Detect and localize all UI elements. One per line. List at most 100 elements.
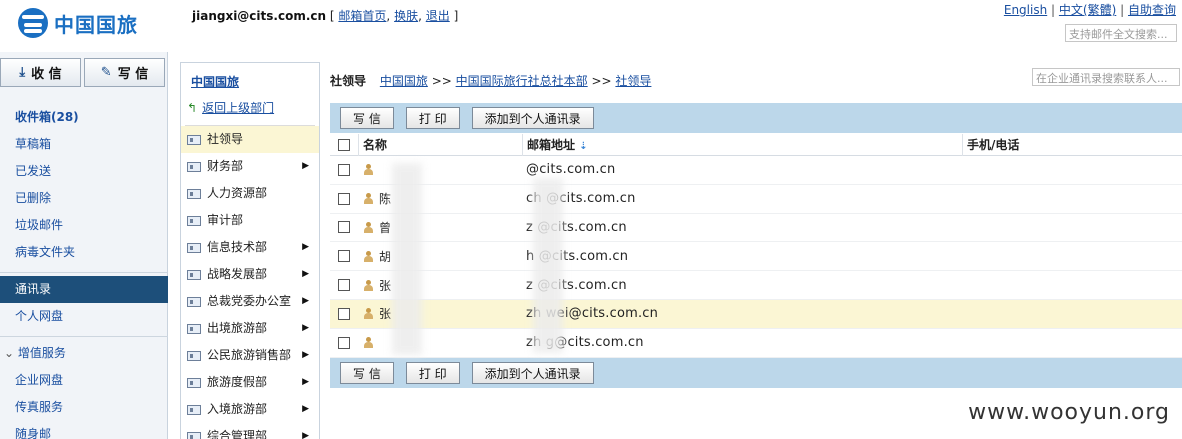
table-row[interactable]: 张 zh wei@cits.com.cn — [330, 299, 1182, 329]
contact-card-icon — [187, 377, 201, 388]
fulltext-search-input[interactable]: 支持邮件全文搜索... — [1065, 24, 1177, 42]
add-to-contacts-button[interactable]: 添加到个人通讯录 — [471, 107, 594, 129]
col-phone-header[interactable]: 手机/电话 — [962, 133, 1182, 156]
email-cell[interactable]: z @cits.com.cn — [522, 220, 962, 235]
logout-link[interactable]: 退出 — [426, 9, 450, 23]
print-button[interactable]: 打 印 — [405, 107, 460, 129]
write-mail-button[interactable]: 写 信 — [340, 107, 394, 129]
contact-name: 张 — [379, 278, 392, 293]
dept-item[interactable]: 财务部 ▶ — [181, 153, 319, 180]
table-row[interactable]: @cits.com.cn — [330, 156, 1182, 185]
select-all-checkbox[interactable] — [338, 138, 350, 151]
mail-home-link[interactable]: 邮箱首页 — [338, 9, 386, 23]
expand-arrow-icon[interactable]: ▶ — [302, 261, 309, 288]
user-info: jiangxi@cits.com.cn [ 邮箱首页, 换肤, 退出 ] — [192, 7, 458, 24]
service-mobile-mail[interactable]: 随身邮 — [0, 421, 168, 439]
dept-item[interactable]: 综合管理部 ▶ — [181, 423, 319, 439]
email-cell[interactable]: h @cits.com.cn — [522, 249, 962, 264]
service-fax[interactable]: 传真服务 — [0, 394, 168, 421]
change-skin-link[interactable]: 换肤 — [394, 9, 418, 23]
traditional-chinese-link[interactable]: 中文(繁體) — [1059, 3, 1116, 17]
table-row[interactable]: 曾 z @cits.com.cn — [330, 214, 1182, 243]
dept-item[interactable]: 公民旅游销售部 ▶ — [181, 342, 319, 369]
dept-item[interactable]: 人力资源部 — [181, 180, 319, 207]
crumb-current-link[interactable]: 社领导 — [615, 74, 651, 88]
dept-item[interactable]: 旅游度假部 ▶ — [181, 369, 319, 396]
compose-row: ⤓ 收 信 ✎ 写 信 — [0, 58, 168, 88]
expand-arrow-icon[interactable]: ▶ — [302, 288, 309, 315]
english-link[interactable]: English — [1004, 3, 1047, 17]
dept-item[interactable]: 审计部 — [181, 207, 319, 234]
name-cell: 胡 — [358, 248, 522, 265]
redaction-blur — [392, 163, 422, 355]
crumb-root-link[interactable]: 中国国旅 — [380, 74, 428, 88]
dept-item[interactable]: 信息技术部 ▶ — [181, 234, 319, 261]
value-added-label: 增值服务 — [17, 346, 66, 360]
person-icon — [364, 164, 373, 176]
table-row[interactable]: 张 z @cits.com.cn — [330, 271, 1182, 300]
receive-button[interactable]: ⤓ 收 信 — [0, 58, 81, 87]
row-checkbox[interactable] — [338, 221, 350, 234]
back-label: 返回上级部门 — [202, 101, 275, 115]
contact-search-input[interactable]: 在企业通讯录搜索联系人... — [1032, 68, 1180, 86]
folder-inbox[interactable]: 收件箱(28) — [0, 104, 168, 131]
table-row[interactable]: 胡 h @cits.com.cn — [330, 242, 1182, 272]
divider — [0, 272, 168, 273]
dept-item[interactable]: 出境旅游部 ▶ — [181, 315, 319, 342]
chevron-down-icon: ⌄ — [4, 346, 15, 360]
row-checkbox-cell — [330, 307, 358, 320]
col-mail-header[interactable]: 邮箱地址 ⇣ — [522, 133, 962, 156]
email-cell[interactable]: @cits.com.cn — [522, 162, 962, 177]
folder-spam[interactable]: 垃圾邮件 — [0, 212, 168, 239]
nav-netdisk[interactable]: 个人网盘 — [0, 303, 168, 330]
row-checkbox[interactable] — [338, 279, 350, 292]
dept-item[interactable]: 社领导 — [181, 126, 319, 153]
crumb-hq-link[interactable]: 中国国际旅行社总社本部 — [456, 74, 588, 88]
email-cell[interactable]: zh g@cits.com.cn — [522, 335, 962, 350]
table-row[interactable]: 陈 ch @cits.com.cn — [330, 185, 1182, 214]
expand-arrow-icon[interactable]: ▶ — [302, 153, 309, 180]
write-mail-button[interactable]: 写 信 — [340, 362, 394, 384]
folder-sent[interactable]: 已发送 — [0, 158, 168, 185]
service-enterprise-disk[interactable]: 企业网盘 — [0, 367, 168, 394]
name-cell: 张 — [358, 305, 522, 322]
print-button[interactable]: 打 印 — [405, 362, 460, 384]
brand-logo[interactable]: 中国国旅 — [18, 8, 138, 38]
row-checkbox-cell — [330, 250, 358, 263]
row-checkbox[interactable] — [338, 250, 350, 263]
self-service-link[interactable]: 自助查询 — [1128, 3, 1176, 17]
expand-arrow-icon[interactable]: ▶ — [302, 423, 309, 439]
add-to-contacts-button[interactable]: 添加到个人通讯录 — [471, 362, 594, 384]
contact-card-icon — [187, 323, 201, 334]
email-cell[interactable]: zh wei@cits.com.cn — [522, 306, 962, 321]
expand-arrow-icon[interactable]: ▶ — [302, 315, 309, 342]
col-mail-label: 邮箱地址 — [527, 137, 576, 152]
folder-virus[interactable]: 病毒文件夹 — [0, 239, 168, 266]
write-button[interactable]: ✎ 写 信 — [84, 58, 165, 87]
expand-arrow-icon[interactable]: ▶ — [302, 396, 309, 423]
nav-contacts[interactable]: 通讯录 — [0, 276, 168, 303]
dept-item[interactable]: 战略发展部 ▶ — [181, 261, 319, 288]
contact-name: 曾 — [379, 220, 392, 235]
contact-name: 陈 — [379, 192, 392, 207]
email-cell[interactable]: z @cits.com.cn — [522, 278, 962, 293]
row-checkbox[interactable] — [338, 192, 350, 205]
dept-label: 社领导 — [207, 132, 244, 146]
expand-arrow-icon[interactable]: ▶ — [302, 234, 309, 261]
row-checkbox[interactable] — [338, 307, 350, 320]
row-checkbox[interactable] — [338, 336, 350, 349]
dept-root-link[interactable]: 中国国旅 — [181, 63, 319, 93]
dept-item[interactable]: 总裁党委办公室 ▶ — [181, 288, 319, 315]
back-to-parent-link[interactable]: ↰ 返回上级部门 — [181, 93, 319, 123]
folder-drafts[interactable]: 草稿箱 — [0, 131, 168, 158]
expand-arrow-icon[interactable]: ▶ — [302, 369, 309, 396]
folder-deleted[interactable]: 已删除 — [0, 185, 168, 212]
value-added-group[interactable]: ⌄ 增值服务 — [0, 340, 168, 367]
row-checkbox[interactable] — [338, 163, 350, 176]
dept-item[interactable]: 入境旅游部 ▶ — [181, 396, 319, 423]
col-name-header[interactable]: 名称 — [358, 133, 522, 156]
expand-arrow-icon[interactable]: ▶ — [302, 342, 309, 369]
write-label: 写 信 — [117, 67, 149, 82]
email-cell[interactable]: ch @cits.com.cn — [522, 191, 962, 206]
table-row[interactable]: zh g@cits.com.cn — [330, 329, 1182, 358]
